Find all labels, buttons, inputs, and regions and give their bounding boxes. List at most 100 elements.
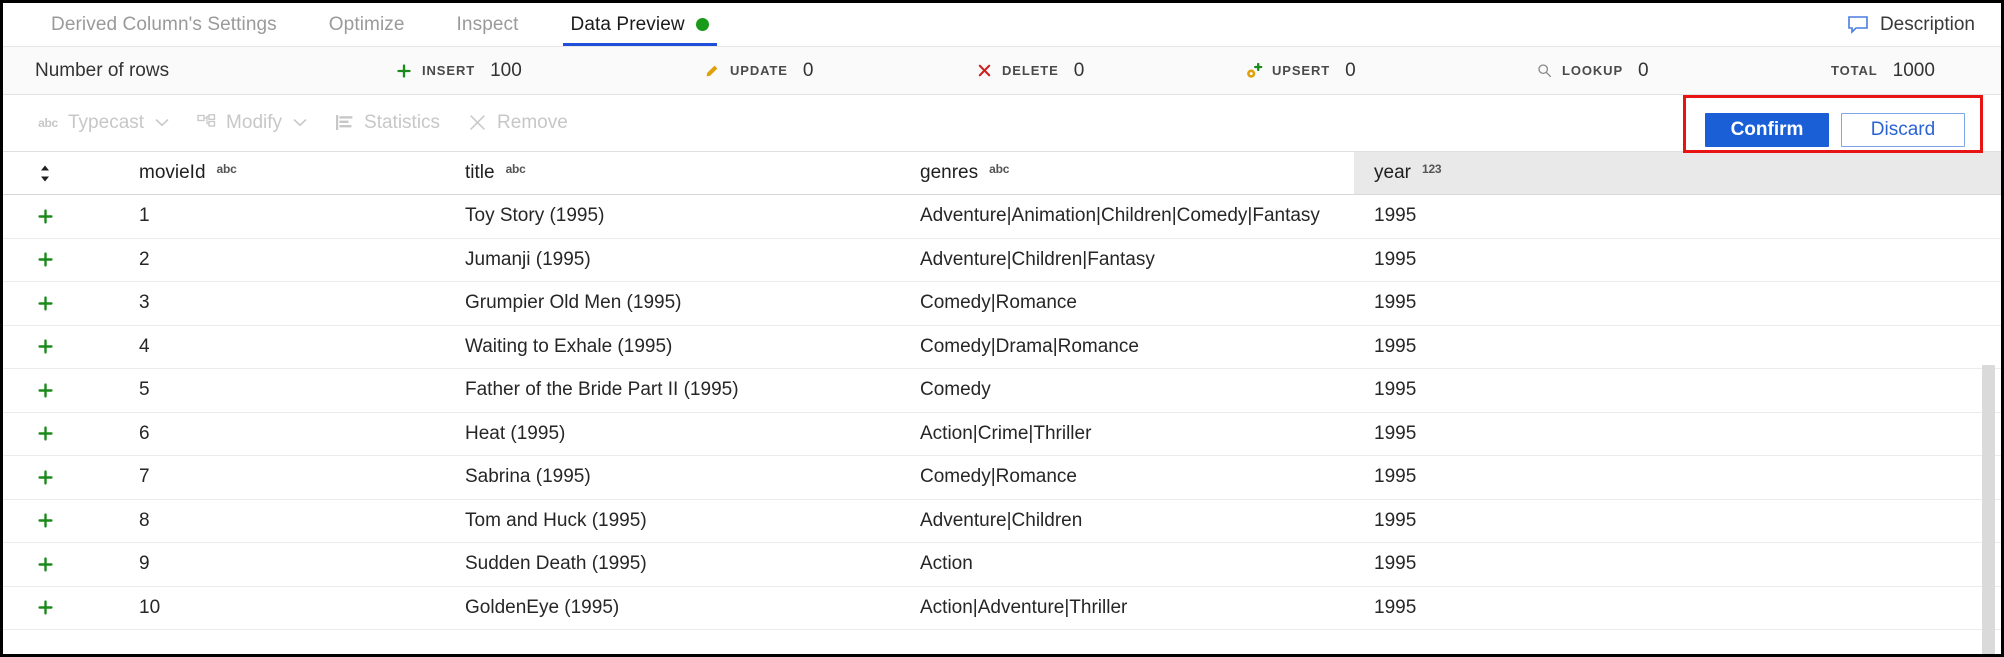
cell-title: Grumpier Old Men (1995)	[445, 292, 900, 314]
column-type-badge: abc	[506, 162, 526, 176]
statistics-button[interactable]: Statistics	[333, 112, 440, 134]
data-preview-grid: movieId abc title abc genres abc year 12…	[3, 151, 2001, 638]
cell-year: 1995	[1354, 379, 2001, 401]
stat-total: TOTAL 1000	[1831, 60, 1935, 82]
confirm-discard-group: Confirm Discard	[1705, 113, 1965, 147]
row-add-plus-icon[interactable]	[3, 383, 87, 398]
stat-label: INSERT	[422, 63, 475, 78]
remove-button[interactable]: Remove	[466, 112, 568, 134]
cell-genres: Comedy|Romance	[900, 466, 1354, 488]
table-row[interactable]: 10GoldenEye (1995)Action|Adventure|Thril…	[3, 587, 2001, 631]
row-add-plus-icon[interactable]	[3, 296, 87, 311]
cell-year: 1995	[1354, 423, 2001, 445]
column-type-badge: 123	[1422, 162, 1441, 176]
status-dot-icon	[696, 18, 709, 31]
table-row[interactable]: 5Father of the Bride Part II (1995)Comed…	[3, 369, 2001, 413]
hierarchy-icon	[195, 113, 217, 133]
column-name: year	[1374, 162, 1411, 184]
description-label: Description	[1880, 14, 1975, 36]
statistics-label: Statistics	[364, 112, 440, 134]
description-button[interactable]: Description	[1841, 3, 1981, 47]
discard-button[interactable]: Discard	[1841, 113, 1965, 147]
row-add-plus-icon[interactable]	[3, 209, 87, 224]
table-row[interactable]: 9Sudden Death (1995)Action1995	[3, 543, 2001, 587]
column-header-genres[interactable]: genres abc	[900, 152, 1354, 194]
cell-year: 1995	[1354, 466, 2001, 488]
table-row[interactable]: 7Sabrina (1995)Comedy|Romance1995	[3, 456, 2001, 500]
stat-label: UPSERT	[1272, 63, 1330, 78]
typecast-label: Typecast	[68, 112, 144, 134]
cell-movieid: 7	[87, 466, 445, 488]
cell-genres: Adventure|Animation|Children|Comedy|Fant…	[900, 205, 1354, 227]
cell-year: 1995	[1354, 553, 2001, 575]
cell-title: Jumanji (1995)	[445, 249, 900, 271]
cell-title: Tom and Huck (1995)	[445, 510, 900, 532]
vertical-scrollbar[interactable]	[1982, 365, 1995, 657]
grid-header-row: movieId abc title abc genres abc year 12…	[3, 151, 2001, 195]
table-row[interactable]: 2Jumanji (1995)Adventure|Children|Fantas…	[3, 239, 2001, 283]
tab-derived-column-settings[interactable]: Derived Column's Settings	[25, 3, 303, 46]
row-add-plus-icon[interactable]	[3, 600, 87, 615]
cross-icon	[975, 62, 993, 80]
tab-label: Data Preview	[571, 14, 685, 36]
tab-optimize[interactable]: Optimize	[303, 3, 431, 46]
cell-movieid: 1	[87, 205, 445, 227]
row-add-plus-icon[interactable]	[3, 513, 87, 528]
grid-body: 1Toy Story (1995)Adventure|Animation|Chi…	[3, 195, 2001, 638]
cell-genres: Adventure|Children	[900, 510, 1354, 532]
comment-bubble-icon	[1847, 15, 1869, 35]
cell-genres: Comedy|Drama|Romance	[900, 336, 1354, 358]
row-add-plus-icon[interactable]	[3, 470, 87, 485]
row-add-plus-icon[interactable]	[3, 557, 87, 572]
row-add-plus-icon[interactable]	[3, 252, 87, 267]
stat-value: 100	[490, 60, 522, 82]
column-header-title[interactable]: title abc	[445, 152, 900, 194]
stat-value: 0	[1638, 60, 1649, 82]
stat-value: 0	[803, 60, 814, 82]
close-x-icon	[466, 113, 488, 133]
row-add-plus-icon[interactable]	[3, 426, 87, 441]
chevron-down-icon	[155, 115, 169, 130]
stat-insert: INSERT 100	[395, 60, 522, 82]
column-name: title	[465, 162, 495, 184]
stat-label: UPDATE	[730, 63, 788, 78]
stat-label: TOTAL	[1831, 63, 1878, 78]
cell-movieid: 3	[87, 292, 445, 314]
table-row[interactable]: 1Toy Story (1995)Adventure|Animation|Chi…	[3, 195, 2001, 239]
row-add-plus-icon[interactable]	[3, 339, 87, 354]
tab-bar: Derived Column's Settings Optimize Inspe…	[3, 3, 2001, 47]
table-row[interactable]: 3Grumpier Old Men (1995)Comedy|Romance19…	[3, 282, 2001, 326]
table-row[interactable]: 4Waiting to Exhale (1995)Comedy|Drama|Ro…	[3, 326, 2001, 370]
cell-genres: Action|Crime|Thriller	[900, 423, 1354, 445]
modify-button[interactable]: Modify	[195, 112, 307, 134]
data-preview-panel: Derived Column's Settings Optimize Inspe…	[0, 0, 2004, 657]
table-row[interactable]: 8Tom and Huck (1995)Adventure|Children19…	[3, 500, 2001, 544]
vertical-scrollbar-thumb[interactable]	[1982, 365, 1995, 657]
column-header-year[interactable]: year 123	[1354, 152, 2001, 194]
confirm-button[interactable]: Confirm	[1705, 113, 1829, 147]
cell-movieid: 4	[87, 336, 445, 358]
abc-icon: abc	[37, 113, 59, 133]
stat-label: LOOKUP	[1562, 63, 1623, 78]
column-header-movieid[interactable]: movieId abc	[87, 152, 445, 194]
cell-year: 1995	[1354, 249, 2001, 271]
cell-year: 1995	[1354, 336, 2001, 358]
cell-genres: Comedy	[900, 379, 1354, 401]
sort-updown-icon[interactable]	[3, 164, 87, 183]
cell-movieid: 6	[87, 423, 445, 445]
stat-value: 0	[1074, 60, 1085, 82]
table-row[interactable]: 6Heat (1995)Action|Crime|Thriller1995	[3, 413, 2001, 457]
cell-movieid: 10	[87, 597, 445, 619]
number-of-rows-label: Number of rows	[35, 60, 169, 82]
cell-movieid: 2	[87, 249, 445, 271]
tab-inspect[interactable]: Inspect	[431, 3, 545, 46]
cell-title: Waiting to Exhale (1995)	[445, 336, 900, 358]
typecast-button[interactable]: abc Typecast	[37, 112, 169, 134]
tab-data-preview[interactable]: Data Preview	[545, 3, 735, 46]
magnifier-icon	[1535, 62, 1553, 80]
stat-value: 1000	[1893, 60, 1935, 82]
remove-label: Remove	[497, 112, 568, 134]
column-action-toolbar: abc Typecast Modify	[3, 95, 2001, 151]
cell-year: 1995	[1354, 292, 2001, 314]
cell-genres: Adventure|Children|Fantasy	[900, 249, 1354, 271]
